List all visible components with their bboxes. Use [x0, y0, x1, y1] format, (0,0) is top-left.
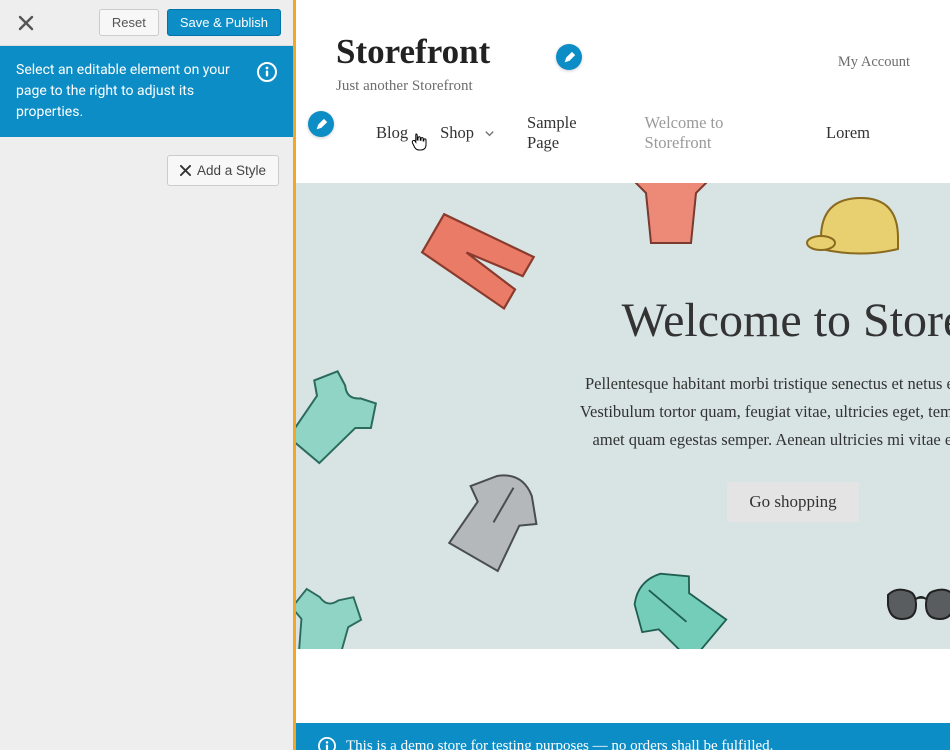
sunglasses-icon [886, 583, 950, 633]
close-small-icon [180, 165, 191, 176]
nav-label: Shop [440, 123, 474, 143]
cursor-pointer-icon [411, 133, 427, 151]
nav-item-welcome[interactable]: Welcome to Storefront [645, 113, 795, 153]
edit-nav-button[interactable] [308, 111, 334, 137]
site-preview: Storefront Just another Storefront My Ac… [296, 0, 950, 750]
nav-item-shop[interactable]: Shop [440, 113, 495, 153]
info-icon [318, 737, 336, 750]
cap-icon [806, 183, 906, 273]
nav-label: Welcome to Storefront [645, 113, 795, 153]
go-shopping-button[interactable]: Go shopping [727, 482, 858, 522]
hero-content: Welcome to Store Pellentesque habitant m… [436, 293, 950, 522]
primary-nav: Blog Shop Sample Page Welcome to Storefr… [336, 95, 910, 173]
hero-desc-line: amet quam egestas semper. Aenean ultrici… [436, 426, 950, 454]
pencil-icon [315, 118, 328, 131]
sidebar-body: Add a Style [0, 137, 293, 750]
demo-store-banner: This is a demo store for testing purpose… [296, 723, 950, 750]
nav-label: Blog [376, 123, 408, 143]
hero-desc-line: Pellentesque habitant morbi tristique se… [436, 370, 950, 398]
customizer-sidebar: Reset Save & Publish Select an editable … [0, 0, 296, 750]
hero-section: Welcome to Store Pellentesque habitant m… [296, 183, 950, 649]
site-title[interactable]: Storefront [336, 32, 910, 72]
shirt-icon [296, 575, 379, 649]
site-header: Storefront Just another Storefront My Ac… [296, 0, 950, 183]
shirt-icon [296, 347, 401, 489]
nav-item-blog[interactable]: Blog [376, 113, 408, 153]
chevron-down-icon [484, 128, 495, 139]
nav-item-lorem[interactable]: Lorem [826, 113, 870, 153]
add-style-label: Add a Style [197, 163, 266, 178]
nav-label: Sample Page [527, 113, 612, 153]
pencil-icon [563, 51, 576, 64]
instruction-notice: Select an editable element on your page … [0, 46, 293, 137]
save-publish-button[interactable]: Save & Publish [167, 9, 281, 36]
shirt-icon [626, 183, 716, 253]
spacer [296, 649, 950, 723]
site-tagline: Just another Storefront [336, 78, 910, 95]
hero-description: Pellentesque habitant morbi tristique se… [436, 370, 950, 454]
nav-label: Lorem [826, 123, 870, 143]
notice-text: Select an editable element on your page … [16, 60, 247, 123]
info-icon [257, 62, 277, 82]
nav-item-sample-page[interactable]: Sample Page [527, 113, 612, 153]
add-style-button[interactable]: Add a Style [167, 155, 279, 186]
close-customizer-button[interactable] [12, 9, 40, 37]
my-account-link[interactable]: My Account [838, 54, 910, 71]
demo-banner-text: This is a demo store for testing purpose… [346, 738, 773, 750]
sidebar-toolbar: Reset Save & Publish [0, 0, 293, 46]
reset-button[interactable]: Reset [99, 9, 159, 36]
jacket-icon [606, 543, 747, 649]
hero-desc-line: Vestibulum tortor quam, feugiat vitae, u… [436, 398, 950, 426]
edit-header-button[interactable] [556, 44, 582, 70]
hero-title: Welcome to Store [436, 293, 950, 348]
close-icon [18, 15, 34, 31]
